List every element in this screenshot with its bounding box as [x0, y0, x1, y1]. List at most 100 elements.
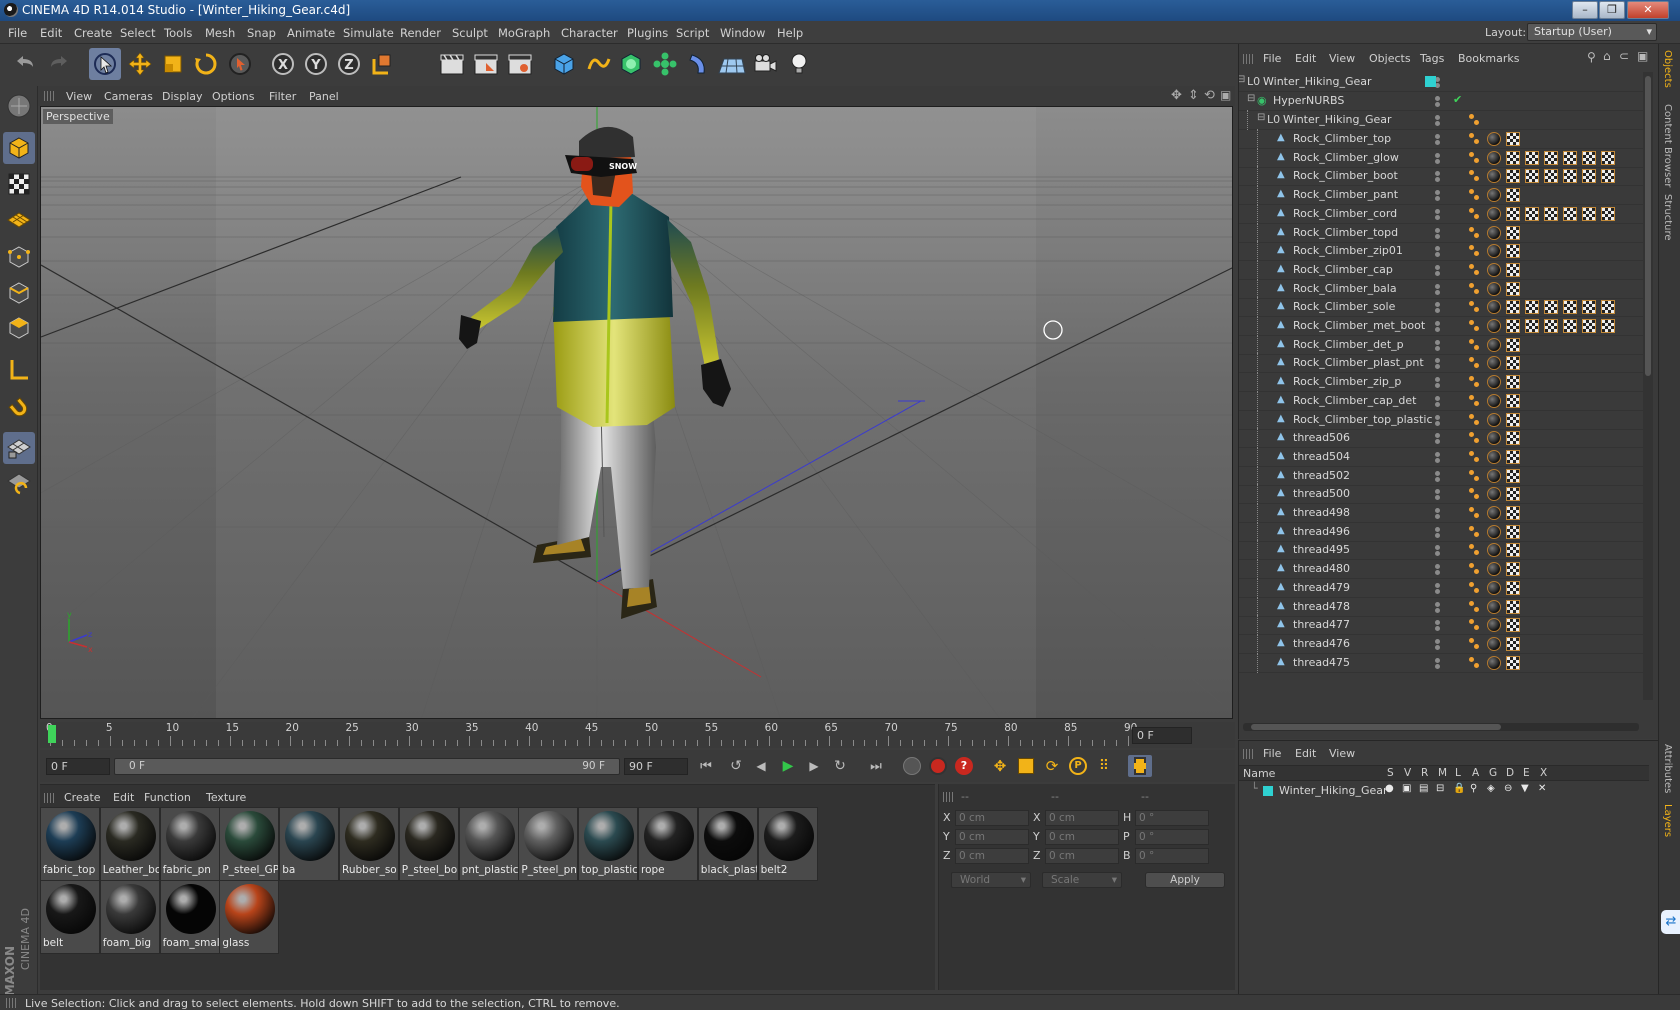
phong-tag-icon[interactable]: [1469, 300, 1483, 315]
material-tag-icon[interactable]: [1487, 524, 1501, 539]
object-row[interactable]: ▲ Rock_Climber_topd: [1239, 222, 1643, 243]
object-row[interactable]: ▲ Rock_Climber_cap_det: [1239, 390, 1643, 411]
key-scale-button[interactable]: [1014, 755, 1038, 777]
end-frame-field[interactable]: 90 F: [624, 758, 688, 775]
editor-visibility-dot[interactable]: [1435, 601, 1440, 607]
phong-tag-icon[interactable]: [1469, 506, 1483, 520]
menu-character[interactable]: Character: [561, 26, 618, 40]
texture-tag-icon[interactable]: [1563, 300, 1577, 315]
texture-tag-icon[interactable]: [1601, 319, 1615, 333]
menu-select[interactable]: Select: [120, 26, 155, 40]
object-row[interactable]: ▲ Rock_Climber_zip_p: [1239, 372, 1643, 393]
menu-help[interactable]: Help: [777, 26, 803, 40]
texture-tag-icon[interactable]: [1506, 319, 1520, 333]
perspective-viewport[interactable]: SNOW y z x Perspective: [40, 106, 1233, 719]
workplane-mode-button[interactable]: [3, 203, 35, 235]
render-view-button[interactable]: [436, 48, 468, 80]
phong-tag-icon[interactable]: [1469, 636, 1483, 651]
material-swatch[interactable]: pnt_plastic: [458, 807, 519, 881]
render-visibility-dot[interactable]: [1435, 289, 1440, 295]
texture-tag-icon[interactable]: [1506, 132, 1520, 146]
texture-tag-icon[interactable]: [1601, 300, 1615, 315]
menu-plugins[interactable]: Plugins: [627, 26, 668, 40]
material-swatch[interactable]: P_steel_boi: [398, 807, 459, 881]
material-swatch[interactable]: Rubber_so: [339, 807, 399, 881]
points-mode-button[interactable]: [3, 241, 35, 273]
texture-tag-icon[interactable]: [1544, 319, 1558, 333]
timeline-button[interactable]: [1128, 755, 1152, 777]
scale-tool[interactable]: [157, 48, 189, 80]
lock-icon[interactable]: 🔒: [1453, 783, 1465, 794]
texture-tag-icon[interactable]: [1506, 225, 1520, 240]
viewport-zoom-icon[interactable]: ⇕: [1188, 88, 1199, 103]
coord-value-field[interactable]: 0 °: [1135, 848, 1209, 864]
editor-visibility-dot[interactable]: [1435, 545, 1440, 551]
render-icon[interactable]: ▤: [1419, 783, 1428, 794]
cube-object-button[interactable]: [548, 48, 580, 80]
object-row[interactable]: ▲ Rock_Climber_glow: [1239, 147, 1643, 168]
object-row-hypernurbs[interactable]: ◉ ⊟ HyperNURBS ✔: [1239, 91, 1643, 111]
object-row[interactable]: ▲ Rock_Climber_boot: [1239, 166, 1643, 187]
phong-tag-icon[interactable]: [1469, 468, 1483, 483]
material-tag-icon[interactable]: [1487, 506, 1501, 520]
keyframe-selection-button[interactable]: ?: [952, 755, 976, 777]
viewport-maximize-icon[interactable]: ▣: [1220, 88, 1231, 102]
layers-menu-edit[interactable]: Edit: [1295, 747, 1316, 760]
editor-visibility-dot[interactable]: [1435, 358, 1440, 364]
live-selection-tool[interactable]: [89, 48, 121, 80]
editor-visibility-dot[interactable]: [1435, 433, 1440, 439]
texture-tag-icon[interactable]: [1563, 150, 1577, 165]
object-tree-hscrollbar[interactable]: [1243, 723, 1639, 731]
previous-frame-button[interactable]: ◀: [749, 755, 773, 777]
object-row[interactable]: ▲ Rock_Climber_pant: [1239, 185, 1643, 206]
phong-tag-icon[interactable]: [1469, 562, 1483, 577]
render-visibility-dot[interactable]: [1435, 121, 1440, 126]
texture-tag-icon[interactable]: [1582, 169, 1596, 184]
objects-menu-edit[interactable]: Edit: [1295, 52, 1316, 65]
deformers-icon[interactable]: ⊖: [1504, 783, 1512, 794]
workplane-lock-button[interactable]: [3, 432, 35, 464]
phong-tag-icon[interactable]: [1469, 319, 1483, 333]
material-tag-icon[interactable]: [1487, 132, 1501, 146]
manager-icon[interactable]: ⊟: [1436, 783, 1444, 794]
camera-button[interactable]: [749, 48, 781, 80]
phong-tag-icon[interactable]: [1469, 281, 1483, 296]
texture-tag-icon[interactable]: [1506, 412, 1520, 427]
menu-file[interactable]: File: [8, 26, 27, 40]
viewport-menu-display[interactable]: Display: [162, 90, 203, 103]
coord-value-field[interactable]: 0 cm: [1045, 810, 1119, 826]
menu-script[interactable]: Script: [676, 26, 709, 40]
coord-value-field[interactable]: 0 °: [1135, 829, 1209, 845]
editor-visibility-dot[interactable]: [1435, 451, 1440, 457]
render-visibility-dot[interactable]: [1435, 177, 1440, 183]
texture-tag-icon[interactable]: [1563, 206, 1577, 221]
objects-menu-tags[interactable]: Tags: [1420, 52, 1444, 65]
render-visibility-dot[interactable]: [1435, 252, 1440, 258]
phong-tag-icon[interactable]: [1469, 580, 1483, 595]
object-row[interactable]: ▲ Rock_Climber_plast_pnt: [1239, 353, 1643, 374]
material-tag-icon[interactable]: [1487, 169, 1501, 184]
editor-visibility-dot[interactable]: [1435, 526, 1440, 532]
render-visibility-dot[interactable]: [1435, 570, 1440, 576]
coord-value-field[interactable]: 0 cm: [955, 829, 1029, 845]
texture-tag-icon[interactable]: [1506, 150, 1520, 165]
render-visibility-dot[interactable]: [1435, 551, 1440, 557]
texture-tag-icon[interactable]: [1506, 188, 1520, 203]
next-frame-button[interactable]: ▶: [802, 755, 826, 777]
render-visibility-dot[interactable]: [1435, 588, 1440, 594]
material-swatch[interactable]: top_plastic: [578, 807, 639, 881]
tab-structure[interactable]: Structure: [1662, 194, 1673, 241]
editor-visibility-dot[interactable]: [1435, 508, 1440, 513]
editor-visibility-dot[interactable]: [1435, 246, 1440, 252]
material-tag-icon[interactable]: [1487, 337, 1501, 352]
texture-tag-icon[interactable]: [1544, 206, 1558, 221]
render-visibility-dot[interactable]: [1435, 514, 1440, 519]
layers-menu-file[interactable]: File: [1263, 747, 1281, 760]
texture-tag-icon[interactable]: [1506, 636, 1520, 651]
expand-toggle-icon[interactable]: ⊟: [1247, 93, 1255, 104]
viewport-menu-cameras[interactable]: Cameras: [104, 90, 153, 103]
tab-content-browser[interactable]: Content Browser: [1662, 104, 1673, 187]
render-visibility-dot[interactable]: [1435, 439, 1440, 445]
menu-sculpt[interactable]: Sculpt: [452, 26, 488, 40]
render-visibility-dot[interactable]: [1435, 420, 1440, 426]
